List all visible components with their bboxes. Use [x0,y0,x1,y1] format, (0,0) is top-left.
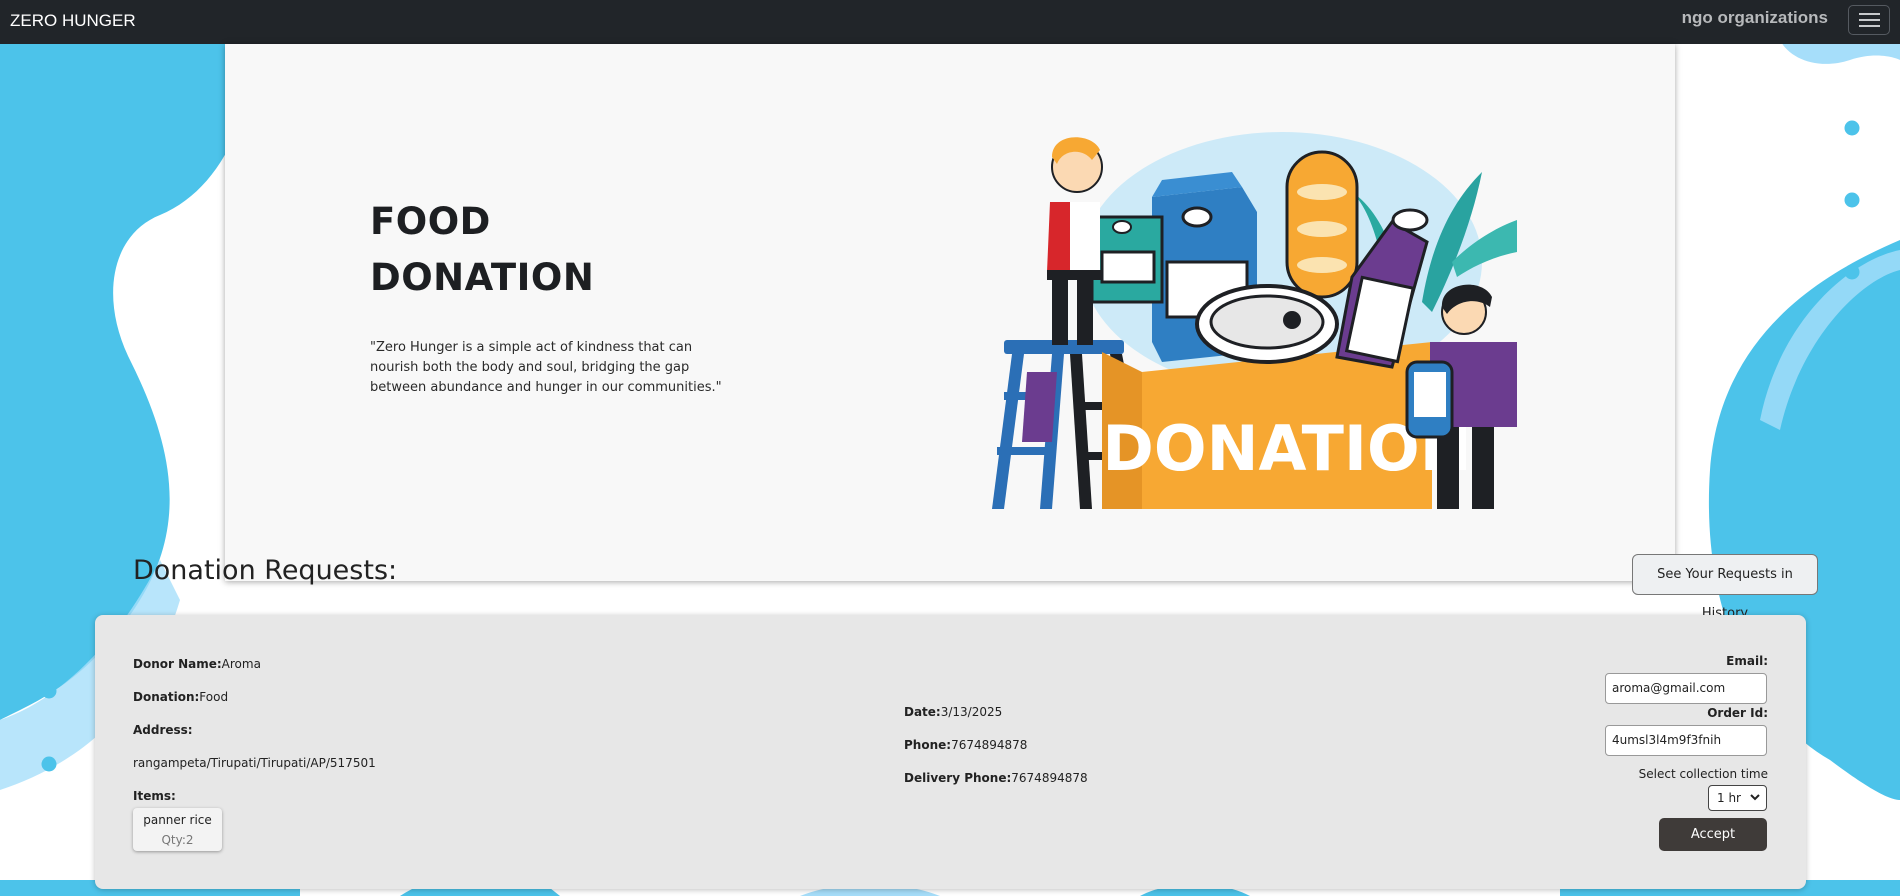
hero-title-line1: FOOD [370,200,491,243]
phone-label: Phone: [904,738,952,752]
phone-field: Phone:7674894878 [904,738,1027,752]
collection-time-value: 1 hr [1717,791,1741,805]
email-label: Email: [1726,654,1768,668]
donation-request-card: Donor Name:Aroma Donation:Food Address: … [95,615,1806,889]
address-label: Address: [133,723,193,737]
item-chip: panner rice Qty:2 [133,808,222,851]
donation-illustration: DONATION [952,102,1517,509]
date-label: Date: [904,705,941,719]
items-label: Items: [133,789,176,803]
accept-button[interactable]: Accept [1659,818,1767,851]
hero-title-line2: DONATION [370,256,595,299]
address-label-field: Address: [133,723,193,737]
item-name: panner rice [143,813,212,827]
date-value: 3/13/2025 [940,705,1003,719]
donation-requests-heading: Donation Requests: [133,555,398,586]
qty-label: Qty: [161,833,186,847]
item-qty: Qty:2 [133,833,222,847]
email-field[interactable]: aroma@gmail.com [1605,673,1767,704]
ngo-organizations-link[interactable]: ngo organizations [1682,8,1828,28]
hero-title: FOOD DONATION [370,194,594,306]
hamburger-menu-icon[interactable] [1848,5,1890,35]
delivery-phone-label: Delivery Phone: [904,771,1012,785]
qty-value: 2 [185,833,194,847]
delivery-phone-value: 7674894878 [1011,771,1088,785]
donor-name-label: Donor Name: [133,657,222,671]
address-value: rangampeta/Tirupati/Tirupati/AP/517501 [133,756,376,770]
phone-value: 7674894878 [951,738,1028,752]
donation-label: Donation: [133,690,200,704]
collection-time-label: Select collection time [1638,767,1768,781]
order-id-field[interactable]: 4umsl3l4m9f3fnih [1605,725,1767,756]
donation-value: Food [199,690,229,704]
donor-name-value: Aroma [221,657,261,671]
top-navbar: ZERO HUNGER ngo organizations [0,0,1900,44]
see-history-button[interactable]: See Your Requests in History [1632,554,1818,621]
hero-quote: "Zero Hunger is a simple act of kindness… [370,340,722,395]
brand-logo[interactable]: ZERO HUNGER [10,11,136,31]
delivery-phone-field: Delivery Phone:7674894878 [904,771,1088,785]
donation-type-field: Donation:Food [133,690,228,704]
items-label-field: Items: [133,789,176,803]
donor-name-field: Donor Name:Aroma [133,657,261,671]
collection-time-select[interactable]: 1 hr [1708,785,1767,811]
order-id-label: Order Id: [1707,706,1768,720]
chevron-down-icon [1749,790,1761,807]
date-field: Date:3/13/2025 [904,705,1002,719]
hero-section: FOOD DONATION "Zero Hunger is a simple a… [225,44,1675,581]
